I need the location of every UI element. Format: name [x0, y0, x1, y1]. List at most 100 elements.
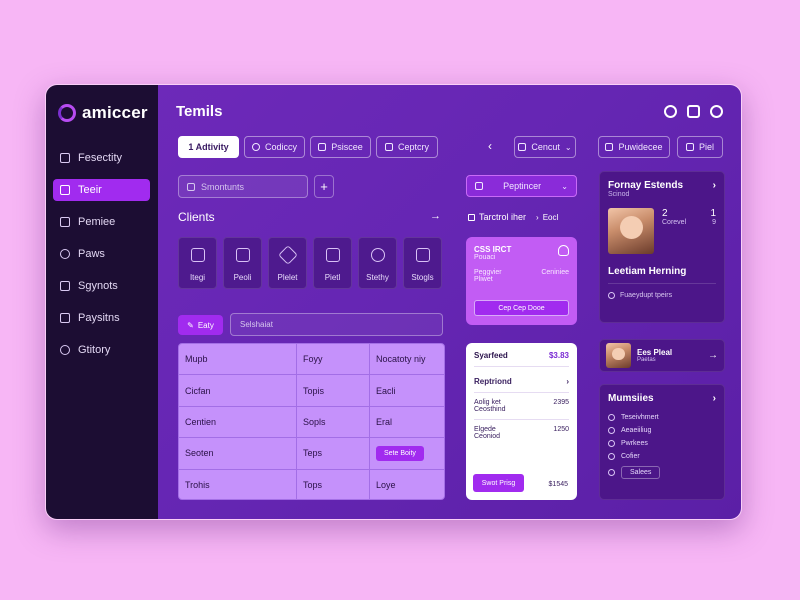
client-tile[interactable]: Itegi [178, 237, 217, 289]
settings-icon [608, 469, 615, 476]
page-title: Temils [176, 103, 223, 120]
sidebar-item-7[interactable]: Gtitory [53, 339, 150, 361]
summary-header: Syarfeed $3.83 [474, 351, 569, 360]
sidebar-nav: Fesectity Teeir Pemiee Paws Sgynots Pays… [46, 147, 158, 361]
arrow-right-icon: → [708, 350, 718, 361]
tab-codiccy[interactable]: Codiccy [244, 136, 305, 158]
filter-icon [518, 143, 527, 151]
messages-header[interactable]: Mumsiies › [608, 393, 716, 404]
bell-icon[interactable] [558, 245, 569, 256]
sidebar-item-4[interactable]: Paws [53, 243, 150, 265]
table-cell: Seoten [179, 438, 297, 469]
table-cell: Eral [376, 416, 393, 427]
home-icon[interactable] [687, 105, 700, 118]
divider [474, 419, 569, 420]
export-button[interactable]: Puwidecee [598, 136, 670, 158]
client-tile[interactable]: Plelet [268, 237, 307, 289]
tile-label: Peoli [233, 273, 252, 282]
client-tile[interactable]: Pietl [313, 237, 352, 289]
app-window: amiccer Fesectity Teeir Pemiee Paws Sgyn… [45, 84, 742, 520]
mini-profile-card[interactable]: Ees Pleal Paetas → [599, 339, 725, 372]
sidebar-item-3[interactable]: Pemiee [53, 211, 150, 233]
tile-label: Plelet [277, 273, 298, 282]
tab-label: Codiccy [264, 142, 297, 152]
table-cell: Sopls [297, 406, 370, 438]
chevron-right-icon: › [536, 212, 539, 222]
table-cell: Teps [297, 438, 370, 469]
chevron-down-icon: ⌄ [561, 181, 568, 191]
client-tile[interactable]: Stethy [358, 237, 397, 289]
message-item[interactable]: Cofier [608, 453, 716, 460]
action-dropdown[interactable]: Peptincer ⌄ [466, 175, 577, 197]
tab-ceptcry[interactable]: Ceptcry [376, 136, 438, 158]
chevron-right-icon: › [566, 377, 569, 386]
table-cell: Loye [376, 480, 396, 491]
table-row[interactable]: Seoten Teps Sete Boity [179, 438, 444, 470]
profile-title: Leetiam Herning [608, 266, 687, 277]
message-item[interactable]: Teseivhmert [608, 414, 716, 421]
tile-label: Itegi [189, 273, 206, 282]
sidebar-item-label: Sgynots [78, 280, 118, 292]
client-tile[interactable]: Peoli [223, 237, 262, 289]
tab-label: Psiscee [331, 142, 363, 152]
message-item[interactable]: Aeaeiiliug [608, 427, 716, 434]
document-icon [60, 281, 70, 291]
chevron-right-icon: › [712, 180, 716, 191]
search-input[interactable]: Smontunts [178, 175, 308, 198]
divider [474, 366, 569, 367]
panel-link[interactable]: Tarctrol iher › Eocl [468, 212, 558, 222]
search-icon[interactable] [710, 105, 723, 118]
chevron-down-icon: ⌄ [564, 142, 572, 152]
messages-button[interactable]: Salees [621, 466, 661, 479]
avatar [606, 343, 631, 368]
table-cell: Trohis [179, 469, 297, 499]
lock-icon [60, 153, 70, 163]
messages-title: Mumsiies [608, 393, 654, 404]
export-label: Puwidecee [618, 142, 663, 152]
client-tile[interactable]: Stogls [403, 237, 442, 289]
edit-icon: ✎ [187, 320, 194, 330]
lock-icon [415, 248, 430, 262]
filter-dropdown[interactable]: Cencut ⌄ [514, 136, 576, 158]
summary-button[interactable]: Swot Prisg [473, 474, 524, 492]
print-label: Piel [698, 142, 714, 152]
sidebar-item-6[interactable]: Paysitns [53, 307, 150, 329]
print-icon [685, 143, 694, 151]
tab-activity[interactable]: 1 Adtivity [178, 136, 239, 158]
row-action-button[interactable]: Sete Boity [376, 445, 424, 461]
message-item[interactable]: Pwrkees [608, 440, 716, 447]
profile-header[interactable]: Fornay Estends › [608, 180, 716, 191]
row-value: 2395 [553, 399, 569, 406]
table-row[interactable]: Trohis Tops Loye [179, 469, 444, 499]
notification-icon[interactable] [664, 105, 677, 118]
sidebar-item-1[interactable]: Fesectity [53, 147, 150, 169]
stat-value: 1 [710, 208, 716, 219]
summary-subheader[interactable]: Reptriond › [474, 377, 569, 386]
table-row[interactable]: Mupb Foyy Nocatoty niy [179, 344, 444, 376]
chart-icon [190, 248, 205, 262]
print-button[interactable]: Piel [677, 136, 723, 158]
promo-card: CSS IRCT Pouaci Peggvier Pliwet Ceniniee… [466, 237, 577, 325]
table-row[interactable]: Cicfan Topis Eacli [179, 375, 444, 407]
row-value: 1250 [553, 426, 569, 433]
back-arrow-icon[interactable]: ‹ [488, 139, 492, 153]
filter-label: Cencut [531, 142, 560, 152]
stat-sub: 9 [712, 219, 716, 226]
add-button[interactable]: + [314, 175, 334, 198]
profile-meta-text: Fuaeydupt tpeirs [620, 292, 673, 299]
card-line: Pliwet [474, 276, 493, 283]
sidebar-item-label: Teeir [78, 184, 102, 196]
arrow-right-icon[interactable]: → [430, 210, 441, 222]
table-row[interactable]: Centien Sopls Eral [179, 406, 444, 439]
entry-button[interactable]: ✎ Eaty [178, 315, 223, 335]
sidebar-item-label: Paws [78, 248, 105, 260]
mini-profile-name: Ees Pleal [637, 348, 673, 357]
sidebar-item-5[interactable]: Sgynots [53, 275, 150, 297]
card-action-button[interactable]: Cep Cep Dooe [474, 300, 569, 316]
sidebar-item-label: Pemiee [78, 216, 116, 228]
filter-input[interactable]: Selshaiat [230, 313, 443, 336]
sidebar-item-2[interactable]: Teeir [53, 179, 150, 201]
messages-footer: Salees [608, 466, 716, 479]
tab-psiscee[interactable]: Psiscee [310, 136, 371, 158]
brand[interactable]: amiccer [46, 99, 158, 127]
